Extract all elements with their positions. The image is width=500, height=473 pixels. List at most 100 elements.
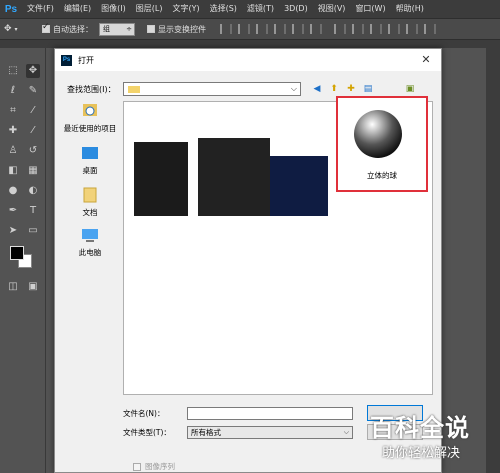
filename-label: 文件名(N)： xyxy=(123,408,165,418)
place-label: 文档 xyxy=(82,208,98,217)
lasso-icon[interactable]: ℓ xyxy=(6,84,20,98)
crop-icon[interactable]: ⌗ xyxy=(6,104,20,118)
file-thumbnail[interactable] xyxy=(134,142,188,216)
folder-shortcut-icon[interactable]: ▣ xyxy=(404,83,416,95)
brush-icon[interactable]: ⁄ xyxy=(26,124,40,138)
menu-filter[interactable]: 滤镜(T) xyxy=(242,0,279,18)
blur-icon[interactable]: ● xyxy=(6,184,20,198)
menu-file[interactable]: 文件(F) xyxy=(22,0,59,18)
transform-controls-checkbox[interactable] xyxy=(147,25,155,33)
folder-icon xyxy=(128,86,140,93)
image-sequence-checkbox[interactable] xyxy=(133,462,141,471)
file-thumbnail[interactable] xyxy=(198,138,270,216)
clone-stamp-icon[interactable]: ♙ xyxy=(6,144,20,158)
menu-edit[interactable]: 编辑(E) xyxy=(59,0,96,18)
file-list[interactable]: 立体的球 xyxy=(123,96,433,395)
chevron-down-icon: ⌵ xyxy=(343,427,349,436)
image-sequence-row: 图像序列 xyxy=(133,461,175,472)
align-top-icon[interactable] xyxy=(220,24,232,34)
computer-icon xyxy=(82,229,98,242)
up-folder-icon[interactable]: ⬆ xyxy=(328,83,340,95)
pen-icon[interactable]: ✒ xyxy=(6,204,20,218)
dodge-icon[interactable]: ◐ xyxy=(26,184,40,198)
menu-view[interactable]: 视图(V) xyxy=(313,0,351,18)
place-label: 最近使用的项目 xyxy=(63,124,117,133)
look-in-label: 查找范围(I)： xyxy=(67,84,116,94)
rectangle-icon[interactable]: ▭ xyxy=(26,224,40,238)
align-middle-icon[interactable] xyxy=(238,24,250,34)
path-select-icon[interactable]: ➤ xyxy=(6,224,20,238)
distribute-center-icon[interactable] xyxy=(406,24,418,34)
filename-input[interactable] xyxy=(187,406,353,420)
align-left-icon[interactable] xyxy=(274,24,286,34)
back-icon[interactable]: ◀ xyxy=(311,83,323,95)
dialog-title: 打开 xyxy=(78,55,94,65)
photoshop-app-icon: Ps xyxy=(61,54,72,66)
auto-select-label: 自动选择： xyxy=(53,24,93,34)
move-icon: ✥ xyxy=(4,24,12,34)
transform-controls-label: 显示变换控件 xyxy=(158,24,206,34)
file-name-label: 立体的球 xyxy=(367,171,397,180)
photoshop-logo: Ps xyxy=(4,3,18,15)
chevron-down-icon: ⌵ xyxy=(290,84,297,93)
selected-file-tile[interactable]: 立体的球 xyxy=(336,96,428,192)
watermark: 百科全说 助你轻松解决 xyxy=(368,408,488,464)
place-recent[interactable]: 最近使用的项目 xyxy=(59,103,121,134)
menu-3d[interactable]: 3D(D) xyxy=(279,0,313,18)
move-tool-preset[interactable]: ✥ ▾ xyxy=(4,21,36,37)
menu-layer[interactable]: 图层(L) xyxy=(131,0,168,18)
screen-mode-icon[interactable]: ▣ xyxy=(26,280,40,294)
dialog-titlebar[interactable]: Ps 打开 ✕ xyxy=(55,49,441,71)
eraser-icon[interactable]: ◧ xyxy=(6,164,20,178)
auto-select-checkbox[interactable] xyxy=(42,22,50,33)
menu-help[interactable]: 帮助(H) xyxy=(391,0,429,18)
filetype-label: 文件类型(T)： xyxy=(123,427,171,437)
places-bar: 最近使用的项目 桌面 文档 此电脑 xyxy=(59,103,121,403)
auto-select-dropdown[interactable]: 组 xyxy=(99,22,135,36)
panel-dock xyxy=(486,40,500,473)
place-desktop[interactable]: 桌面 xyxy=(59,145,121,176)
watermark-subtitle: 助你轻松解决 xyxy=(382,446,461,461)
align-bottom-icon[interactable] xyxy=(256,24,268,34)
distribute-bottom-icon[interactable] xyxy=(370,24,382,34)
type-icon[interactable]: T xyxy=(26,204,40,218)
options-bar: ✥▾ 自动选择： 组 显示变换控件 xyxy=(0,18,500,40)
close-icon[interactable]: ✕ xyxy=(419,53,433,67)
menu-type[interactable]: 文字(Y) xyxy=(167,0,204,18)
distribute-left-icon[interactable] xyxy=(388,24,400,34)
filetype-value: 所有格式 xyxy=(191,427,221,437)
documents-icon xyxy=(83,187,97,203)
align-center-icon[interactable] xyxy=(292,24,304,34)
foreground-color-swatch[interactable] xyxy=(10,246,24,260)
place-documents[interactable]: 文档 xyxy=(59,187,121,218)
align-right-icon[interactable] xyxy=(310,24,322,34)
filetype-select[interactable]: 所有格式 ⌵ xyxy=(187,425,353,439)
tools-panel: ⬚ ✥ ℓ ✎ ⌗ ⁄ ✚ ⁄ ♙ ↺ ◧ ▦ ● ◐ ✒ T ➤ ▭ ✋ ◫ … xyxy=(0,48,46,473)
distribute-top-icon[interactable] xyxy=(334,24,346,34)
look-in-dropdown[interactable]: ⌵ xyxy=(123,82,301,96)
place-label: 桌面 xyxy=(82,166,98,175)
menu-bar: Ps 文件(F) 编辑(E) 图像(I) 图层(L) 文字(Y) 选择(S) 滤… xyxy=(0,0,500,18)
place-computer[interactable]: 此电脑 xyxy=(59,227,121,258)
watermark-title: 百科全说 xyxy=(370,414,470,442)
distribute-middle-icon[interactable] xyxy=(352,24,364,34)
recent-icon xyxy=(83,104,97,116)
healing-icon[interactable]: ✚ xyxy=(6,124,20,138)
menu-image[interactable]: 图像(I) xyxy=(96,0,131,18)
gradient-icon[interactable]: ▦ xyxy=(26,164,40,178)
menu-window[interactable]: 窗口(W) xyxy=(350,0,390,18)
distribute-right-icon[interactable] xyxy=(424,24,436,34)
quick-mask-icon[interactable]: ◫ xyxy=(6,280,20,294)
quick-select-icon[interactable]: ✎ xyxy=(26,84,40,98)
eyedropper-icon[interactable]: ⁄ xyxy=(26,104,40,118)
view-menu-icon[interactable]: ▤ xyxy=(362,83,374,95)
document-tab-strip xyxy=(0,40,500,48)
marquee-icon[interactable]: ⬚ xyxy=(6,64,20,78)
history-brush-icon[interactable]: ↺ xyxy=(26,144,40,158)
move-icon[interactable]: ✥ xyxy=(26,64,40,78)
look-in-row: 查找范围(I)： ⌵ ◀ ⬆ ✚ ▤ ▣ xyxy=(67,81,435,97)
menu-select[interactable]: 选择(S) xyxy=(205,0,242,18)
file-thumbnail[interactable] xyxy=(270,156,328,216)
new-folder-icon[interactable]: ✚ xyxy=(345,83,357,95)
place-label: 此电脑 xyxy=(78,248,102,257)
